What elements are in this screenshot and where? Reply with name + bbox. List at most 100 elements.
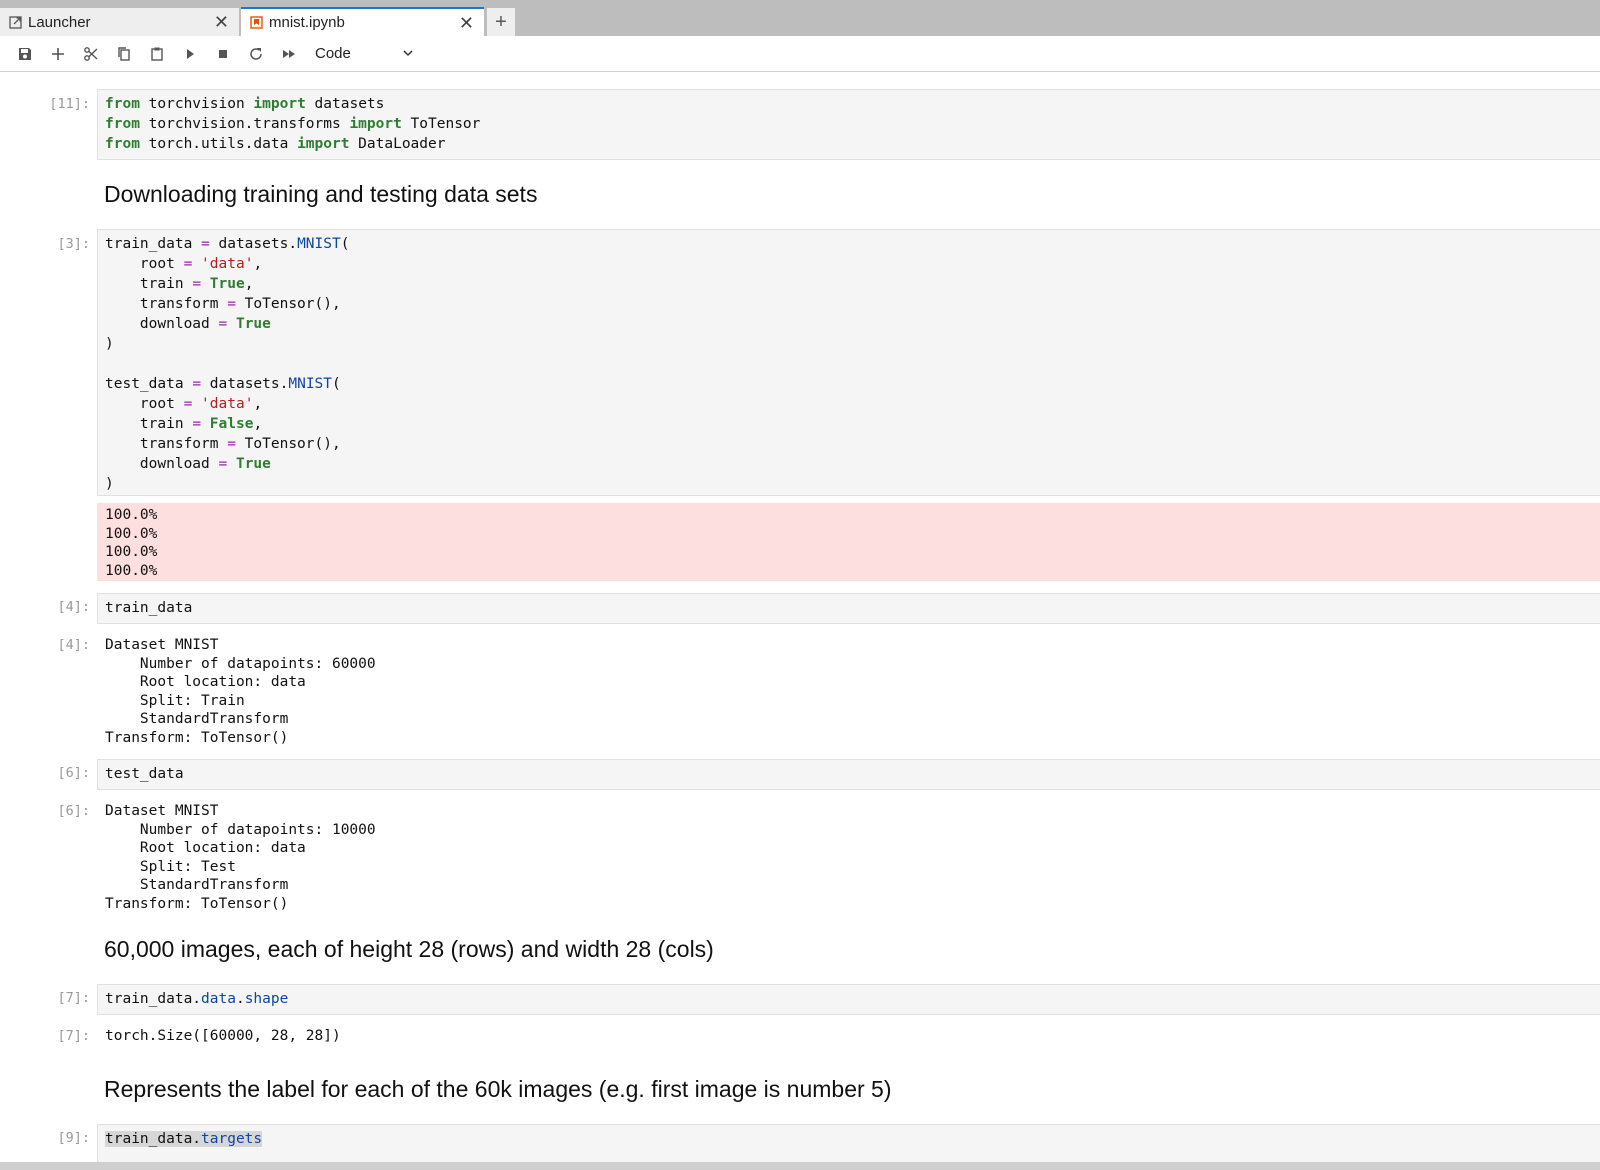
output-prompt: [6]: — [57, 803, 90, 819]
cell-output: Dataset MNIST Number of datapoints: 1000… — [105, 803, 376, 912]
code-text: train_data.data.shape — [98, 985, 1600, 1009]
markdown-heading: Downloading training and testing data se… — [104, 181, 538, 207]
stderr-output: 100.0% 100.0% 100.0% 100.0% — [97, 503, 1600, 581]
run-button[interactable] — [173, 39, 206, 69]
code-token: test_data — [105, 376, 193, 392]
new-tab-button[interactable]: + — [487, 8, 515, 36]
code-token: ( — [332, 376, 341, 392]
tab-mnist-notebook[interactable]: mnist.ipynb ✕ — [241, 7, 484, 36]
code-token: DataLoader — [349, 136, 446, 152]
code-token: ToTensor(), — [235, 436, 341, 452]
code-token: False — [209, 416, 254, 432]
notebook-panel[interactable]: [11]: from torchvision import datasets f… — [0, 72, 1600, 1162]
add-icon — [51, 47, 64, 60]
output-prompt: [7]: — [57, 1028, 90, 1044]
tab-bar: Launcher ✕ mnist.ipynb ✕ + — [0, 0, 1600, 36]
tab-label: mnist.ipynb — [269, 14, 345, 31]
code-token: = — [192, 276, 202, 292]
output-prompt: [4]: — [57, 637, 90, 653]
add-cell-button[interactable] — [41, 39, 74, 69]
code-editor[interactable]: test_data — [97, 759, 1600, 790]
code-token: . — [235, 991, 245, 1007]
paste-icon — [150, 47, 163, 61]
run-all-button[interactable] — [272, 39, 305, 69]
code-token: from — [105, 136, 140, 152]
cell-type-value: Code — [315, 45, 351, 62]
save-icon — [18, 47, 31, 60]
code-token: train_data. — [105, 991, 202, 1007]
code-token: datasets — [305, 96, 385, 112]
code-editor[interactable]: train_data — [97, 593, 1600, 624]
code-token: import — [253, 96, 306, 112]
cell-output: torch.Size([60000, 28, 28]) — [105, 1028, 341, 1044]
code-token: = — [192, 376, 202, 392]
code-text: test_data — [98, 760, 1600, 784]
code-token: train_data — [105, 236, 202, 252]
code-token: = — [227, 296, 236, 312]
code-editor[interactable]: train_data.data.shape — [97, 984, 1600, 1015]
cell-output: Dataset MNIST Number of datapoints: 6000… — [105, 637, 376, 746]
code-token: ) — [105, 336, 114, 352]
markdown-heading: Represents the label for each of the 60k… — [104, 1076, 892, 1102]
code-token: MNIST — [288, 376, 333, 392]
code-text: train_data = datasets.MNIST( root = 'dat… — [98, 230, 1600, 494]
save-button[interactable] — [8, 39, 41, 69]
code-token: = — [227, 436, 236, 452]
code-token: True — [209, 276, 245, 292]
close-icon[interactable]: ✕ — [459, 14, 474, 32]
notebook-icon — [249, 16, 263, 30]
code-token: datasets. — [201, 376, 289, 392]
code-token: train_data — [105, 600, 193, 616]
close-icon[interactable]: ✕ — [214, 13, 229, 31]
code-token: = — [218, 456, 228, 472]
cut-button[interactable] — [74, 39, 107, 69]
code-editor[interactable]: from torchvision import datasets from to… — [97, 89, 1600, 160]
stop-icon — [218, 49, 227, 58]
input-prompt: [7]: — [57, 990, 90, 1006]
stop-button[interactable] — [206, 39, 239, 69]
run-icon — [186, 48, 194, 59]
code-token: train — [105, 276, 193, 292]
code-token: targets — [201, 1131, 263, 1147]
notebook-toolbar: Code — [0, 36, 1600, 72]
chevron-down-icon — [403, 49, 413, 56]
code-token: train_data. — [105, 1131, 202, 1147]
copy-button[interactable] — [107, 39, 140, 69]
input-prompt: [11]: — [49, 96, 90, 112]
code-token: torchvision — [139, 96, 254, 112]
input-prompt: [9]: — [57, 1130, 90, 1146]
tab-launcher[interactable]: Launcher ✕ — [0, 8, 240, 36]
code-token: datasets. — [209, 236, 298, 252]
code-token: = — [218, 316, 228, 332]
paste-button[interactable] — [140, 39, 173, 69]
code-token: transform — [105, 296, 228, 312]
code-token: ) — [105, 476, 114, 492]
code-token: data — [201, 991, 236, 1007]
code-token: MNIST — [297, 236, 341, 252]
code-editor[interactable]: train_data.targets — [97, 1124, 1600, 1162]
code-token: shape — [244, 991, 289, 1007]
cell-type-select[interactable]: Code — [311, 41, 421, 67]
code-token: root — [105, 256, 184, 272]
code-token: = — [192, 416, 202, 432]
tab-label: Launcher — [28, 13, 91, 31]
code-token: from — [105, 116, 140, 132]
code-editor[interactable]: train_data = datasets.MNIST( root = 'dat… — [97, 229, 1600, 496]
code-token: torchvision.transforms — [139, 116, 350, 132]
code-token: , — [253, 416, 263, 432]
plus-icon: + — [495, 10, 507, 33]
code-token: ( — [340, 236, 350, 252]
code-token: True — [235, 456, 271, 472]
code-token: = — [183, 396, 193, 412]
code-token: root — [105, 396, 184, 412]
code-token: = — [201, 236, 210, 252]
restart-button[interactable] — [239, 39, 272, 69]
code-token: torch.utils.data — [139, 136, 298, 152]
horizontal-scrollbar[interactable] — [0, 1162, 1600, 1170]
code-token: download — [105, 456, 219, 472]
launcher-icon — [8, 15, 22, 29]
code-token: train — [105, 416, 193, 432]
